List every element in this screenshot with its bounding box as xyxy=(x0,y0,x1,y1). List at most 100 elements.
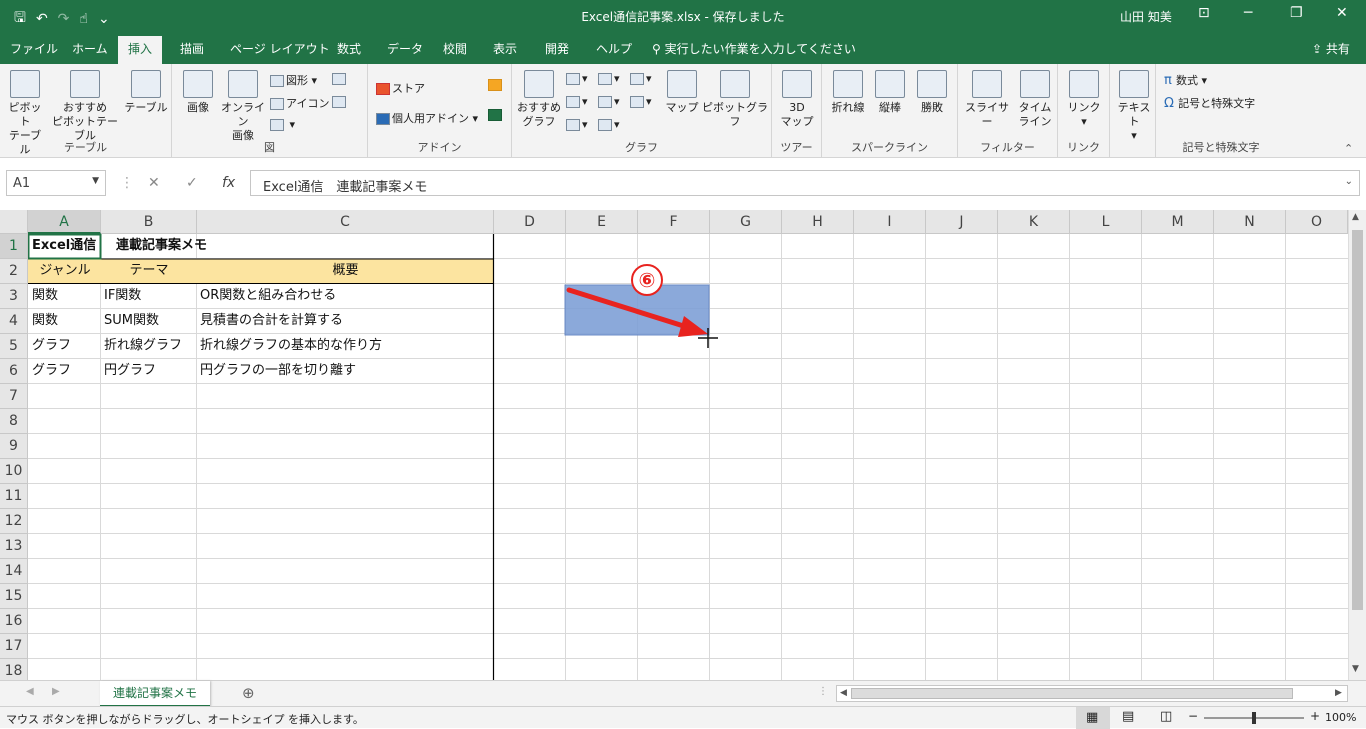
recommended-pivot-button[interactable]: おすすめ ピボットテーブル xyxy=(48,70,122,143)
column-header-a[interactable]: A xyxy=(28,210,101,234)
cell-a2[interactable]: ジャンル xyxy=(29,259,101,283)
row-header-15[interactable]: 15 xyxy=(0,584,28,609)
scatter-chart-button[interactable]: ▾ xyxy=(598,118,620,131)
column-header-f[interactable]: F xyxy=(638,210,710,234)
column-header-n[interactable]: N xyxy=(1214,210,1286,234)
row-header-5[interactable]: 5 xyxy=(0,334,28,359)
ribbon-display-options-icon[interactable]: ⊡ xyxy=(1198,5,1210,21)
scroll-left-icon[interactable]: ◀ xyxy=(840,688,847,698)
people-graph-button[interactable] xyxy=(488,108,504,121)
tab-help[interactable]: ヘルプ xyxy=(596,40,632,57)
row-header-14[interactable]: 14 xyxy=(0,559,28,584)
row-header-2[interactable]: 2 xyxy=(0,259,28,284)
screenshot-button[interactable] xyxy=(332,72,348,85)
add-sheet-icon[interactable]: ⊕ xyxy=(242,684,255,702)
tab-draw[interactable]: 描画 xyxy=(180,40,204,57)
row-header-7[interactable]: 7 xyxy=(0,384,28,409)
table-button[interactable]: テーブル xyxy=(124,70,168,115)
hierarchy-chart-button[interactable]: ▾ xyxy=(598,72,620,85)
vertical-scrollbar[interactable]: ▲ ▼ xyxy=(1348,210,1366,680)
pivot-chart-button[interactable]: ピボットグラフ xyxy=(702,70,768,129)
store-button[interactable]: ストア xyxy=(376,80,425,96)
cell-c6[interactable]: 円グラフの一部を切り離す xyxy=(197,359,356,383)
cell-a6[interactable]: グラフ xyxy=(29,359,71,383)
enter-icon[interactable]: ✓ xyxy=(186,175,198,191)
tab-data[interactable]: データ xyxy=(387,40,423,57)
row-header-10[interactable]: 10 xyxy=(0,459,28,484)
row-header-13[interactable]: 13 xyxy=(0,534,28,559)
tab-home[interactable]: ホーム xyxy=(72,40,108,57)
cell-b6[interactable]: 円グラフ xyxy=(101,359,156,383)
scroll-down-icon[interactable]: ▼ xyxy=(1352,664,1359,674)
tab-page-layout[interactable]: ページ レイアウト xyxy=(230,40,330,57)
name-box[interactable]: A1 ▼ xyxy=(6,170,106,196)
close-button[interactable]: ✕ xyxy=(1336,5,1348,21)
tab-formulas[interactable]: 数式 xyxy=(337,40,361,57)
column-header-m[interactable]: M xyxy=(1142,210,1214,234)
column-header-d[interactable]: D xyxy=(494,210,566,234)
zoom-slider-thumb[interactable] xyxy=(1252,712,1256,724)
sparkline-winloss-button[interactable]: 勝敗 xyxy=(914,70,950,115)
zoom-level[interactable]: 100% xyxy=(1325,711,1356,724)
cell-a5[interactable]: グラフ xyxy=(29,334,71,358)
sparkline-line-button[interactable]: 折れ線 xyxy=(828,70,868,115)
pie-chart-button[interactable]: ▾ xyxy=(566,118,588,131)
equation-button[interactable]: π 数式 ▾ xyxy=(1164,72,1207,88)
column-header-o[interactable]: O xyxy=(1286,210,1348,234)
sparkline-column-button[interactable]: 縦棒 xyxy=(872,70,908,115)
waterfall-chart-button[interactable]: ▾ xyxy=(630,72,652,85)
row-header-11[interactable]: 11 xyxy=(0,484,28,509)
my-addins-button[interactable]: 個人用アドイン ▾ xyxy=(376,110,478,126)
tell-me-search[interactable]: ⚲ 実行したい作業を入力してください xyxy=(652,40,856,57)
3d-map-button[interactable]: 3D マップ xyxy=(776,70,818,129)
page-break-view-icon[interactable]: ◫ xyxy=(1160,709,1172,724)
scroll-right-icon[interactable]: ▶ xyxy=(1335,688,1342,698)
prev-sheet-icon[interactable]: ◀ xyxy=(26,686,34,697)
minimize-button[interactable]: ─ xyxy=(1244,5,1252,21)
column-header-l[interactable]: L xyxy=(1070,210,1142,234)
horizontal-scroll-thumb[interactable] xyxy=(851,688,1293,699)
row-header-8[interactable]: 8 xyxy=(0,409,28,434)
tab-split-handle-icon[interactable]: ⋮ xyxy=(818,686,828,697)
column-chart-button[interactable]: ▾ xyxy=(566,72,588,85)
cancel-icon[interactable]: ✕ xyxy=(148,175,160,191)
user-name[interactable]: 山田 知美 xyxy=(1120,8,1172,25)
tab-file[interactable]: ファイル xyxy=(10,40,58,57)
insert-function-icon[interactable]: fx xyxy=(222,175,235,191)
column-header-i[interactable]: I xyxy=(854,210,926,234)
cell-a1[interactable]: Excel通信 xyxy=(29,234,100,258)
cell-c4[interactable]: 見積書の合計を計算する xyxy=(197,309,343,333)
normal-view-button[interactable]: ▦ xyxy=(1076,707,1110,729)
cell-b1[interactable]: 連載記事案メモ xyxy=(113,234,207,258)
slicer-button[interactable]: スライサー xyxy=(962,70,1012,129)
column-header-c[interactable]: C xyxy=(197,210,494,234)
row-header-17[interactable]: 17 xyxy=(0,634,28,659)
symbol-button[interactable]: Ω 記号と特殊文字 xyxy=(1164,95,1255,111)
column-header-j[interactable]: J xyxy=(926,210,998,234)
page-layout-view-icon[interactable]: ▤ xyxy=(1122,709,1134,724)
combo-chart-button[interactable]: ▾ xyxy=(630,95,652,108)
cell-a3[interactable]: 関数 xyxy=(29,284,58,308)
cell-b5[interactable]: 折れ線グラフ xyxy=(101,334,196,358)
statistic-chart-button[interactable]: ▾ xyxy=(598,95,620,108)
select-all-corner[interactable] xyxy=(0,210,28,234)
share-button[interactable]: ⇪ 共有 xyxy=(1312,40,1350,57)
row-header-18[interactable]: 18 xyxy=(0,659,28,680)
column-header-g[interactable]: G xyxy=(710,210,782,234)
bing-maps-button[interactable] xyxy=(488,78,504,91)
collapse-ribbon-icon[interactable]: ⌃ xyxy=(1344,142,1353,155)
cell-c5[interactable]: 折れ線グラフの基本的な作り方 xyxy=(197,334,382,358)
row-header-16[interactable]: 16 xyxy=(0,609,28,634)
cell-b2[interactable]: テーマ xyxy=(101,259,197,283)
cell-b3[interactable]: IF関数 xyxy=(101,284,141,308)
timeline-button[interactable]: タイム ライン xyxy=(1016,70,1054,129)
text-button[interactable]: テキスト ▾ xyxy=(1114,70,1154,143)
scroll-up-icon[interactable]: ▲ xyxy=(1352,212,1359,222)
expand-formula-icon[interactable]: ⌄ xyxy=(1345,176,1353,187)
picture-button[interactable]: 画像 xyxy=(178,70,218,115)
column-header-k[interactable]: K xyxy=(998,210,1070,234)
name-box-dropdown-icon[interactable]: ▼ xyxy=(92,176,99,186)
icons-button[interactable]: アイコン xyxy=(270,95,329,111)
map-chart-button[interactable]: マップ xyxy=(662,70,702,115)
row-header-4[interactable]: 4 xyxy=(0,309,28,334)
